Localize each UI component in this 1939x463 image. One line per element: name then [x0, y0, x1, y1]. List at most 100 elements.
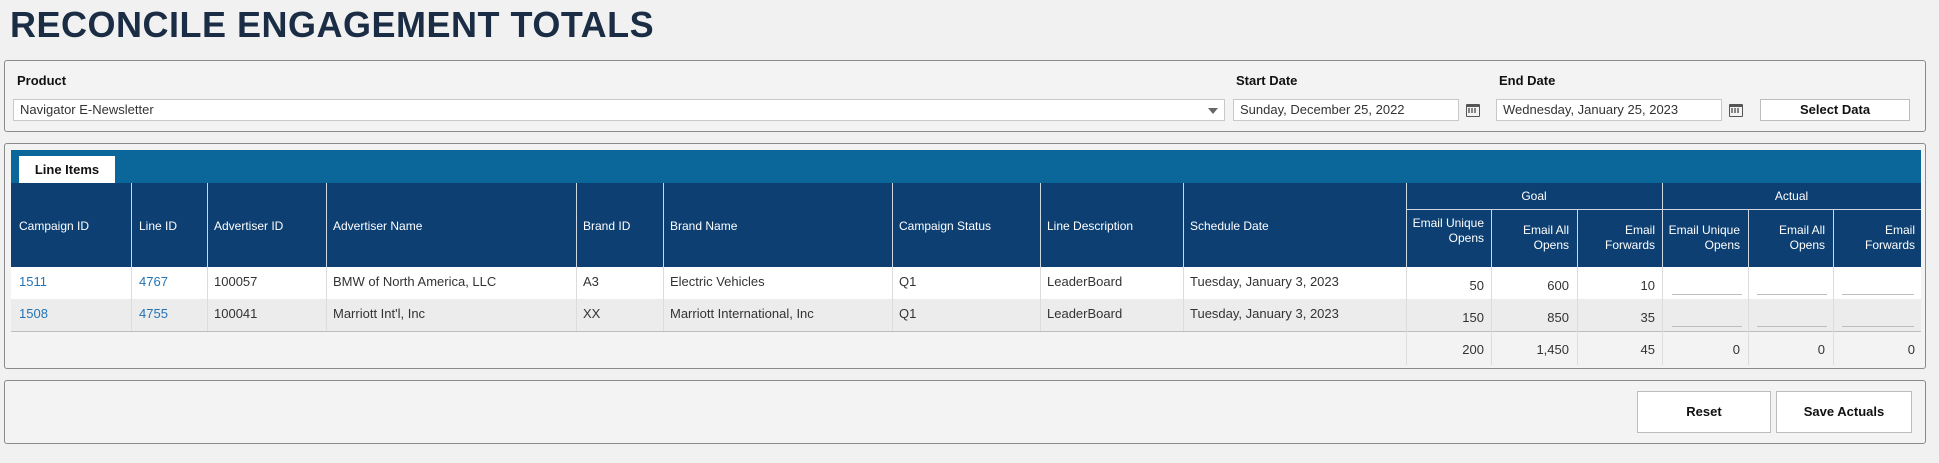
line-description: LeaderBoard — [1047, 306, 1123, 321]
start-date-field[interactable]: Sunday, December 25, 2022 — [1233, 99, 1459, 121]
brand-id: XX — [583, 306, 601, 321]
goal-unique-opens: 50 — [1469, 278, 1484, 293]
goal-all-opens: 850 — [1547, 310, 1569, 325]
save-actuals-button[interactable]: Save Actuals — [1776, 391, 1912, 433]
header-divider — [892, 183, 893, 267]
header-divider — [576, 183, 577, 267]
campaign-id-link[interactable]: 1511 — [19, 274, 47, 289]
header-divider — [1183, 183, 1184, 267]
column-divider — [131, 267, 132, 331]
header-actual-unique-opens[interactable]: Email Unique Opens — [1663, 223, 1740, 253]
goal-unique-opens: 150 — [1462, 310, 1484, 325]
start-date-calendar-icon[interactable] — [1466, 104, 1480, 117]
header-divider — [1833, 209, 1834, 267]
header-divider — [1491, 209, 1492, 267]
line-id-link[interactable]: 4767 — [139, 274, 168, 289]
column-divider — [663, 267, 664, 331]
header-divider — [207, 183, 208, 267]
table-row[interactable]: 1508 4755 100041 Marriott Int'l, Inc XX … — [11, 299, 1921, 331]
campaign-status: Q1 — [899, 274, 917, 289]
header-group-divider — [1406, 209, 1921, 210]
grid-header: Campaign ID Line ID Advertiser ID Advert… — [11, 183, 1921, 267]
actual-all-opens-input[interactable] — [1757, 294, 1827, 295]
header-divider — [663, 183, 664, 267]
header-goal-forwards[interactable]: Email Forwards — [1578, 223, 1655, 253]
brand-name: Marriott International, Inc — [670, 306, 814, 321]
header-brand-id[interactable]: Brand ID — [583, 219, 630, 234]
advertiser-name: BMW of North America, LLC — [333, 274, 497, 289]
header-line-id[interactable]: Line ID — [139, 219, 177, 234]
header-schedule-date[interactable]: Schedule Date — [1190, 219, 1269, 234]
header-advertiser-id[interactable]: Advertiser ID — [214, 219, 283, 234]
tab-strip: Line Items — [11, 150, 1921, 184]
start-date-label: Start Date — [1236, 73, 1298, 88]
line-id-link[interactable]: 4755 — [139, 306, 168, 321]
tab-line-items[interactable]: Line Items — [19, 156, 115, 184]
header-actual-forwards[interactable]: Email Forwards — [1834, 223, 1915, 253]
page-title: RECONCILE ENGAGEMENT TOTALS — [10, 4, 655, 45]
table-row[interactable]: 1511 4767 100057 BMW of North America, L… — [11, 267, 1921, 299]
header-goal-unique-opens[interactable]: Email Unique Opens — [1407, 216, 1484, 246]
total-actual-all-opens: 0 — [1817, 342, 1825, 357]
product-label: Product — [17, 73, 67, 88]
total-actual-forwards: 0 — [1907, 342, 1915, 357]
brand-id: A3 — [583, 274, 599, 289]
advertiser-id: 100057 — [214, 274, 258, 289]
actual-forwards-input[interactable] — [1842, 294, 1914, 295]
total-actual-unique-opens: 0 — [1732, 342, 1740, 357]
totals-row: 200 1,450 45 0 0 0 — [11, 332, 1921, 365]
header-advertiser-name[interactable]: Advertiser Name — [333, 219, 422, 234]
header-divider — [1040, 183, 1041, 267]
end-date-field[interactable]: Wednesday, January 25, 2023 — [1496, 99, 1722, 121]
select-data-button[interactable]: Select Data — [1760, 99, 1910, 121]
header-divider — [1662, 183, 1663, 267]
filter-panel: Product Navigator E-Newsletter Start Dat… — [4, 60, 1926, 132]
column-divider — [892, 267, 893, 331]
actual-forwards-input[interactable] — [1842, 326, 1914, 327]
column-divider — [207, 267, 208, 331]
end-date-calendar-icon[interactable] — [1729, 104, 1743, 117]
header-group-goal: Goal — [1521, 189, 1547, 203]
header-line-description[interactable]: Line Description — [1047, 219, 1133, 234]
schedule-date: Tuesday, January 3, 2023 — [1190, 306, 1339, 321]
action-panel: Reset Save Actuals — [4, 380, 1926, 444]
column-divider — [326, 267, 327, 331]
header-divider — [1577, 209, 1578, 267]
schedule-date: Tuesday, January 3, 2023 — [1190, 274, 1339, 289]
header-group-actual: Actual — [1774, 189, 1809, 203]
column-divider — [1183, 267, 1184, 331]
product-select-value: Navigator E-Newsletter — [20, 102, 154, 117]
actual-all-opens-input[interactable] — [1757, 326, 1827, 327]
product-select[interactable]: Navigator E-Newsletter — [13, 99, 1225, 121]
total-goal-unique-opens: 200 — [1462, 342, 1484, 357]
end-date-value: Wednesday, January 25, 2023 — [1503, 102, 1679, 117]
goal-forwards: 35 — [1640, 310, 1655, 325]
goal-all-opens: 600 — [1547, 278, 1569, 293]
campaign-status: Q1 — [899, 306, 917, 321]
actual-unique-opens-input[interactable] — [1672, 294, 1742, 295]
header-divider — [131, 183, 132, 267]
column-divider — [1040, 267, 1041, 331]
goal-forwards: 10 — [1640, 278, 1655, 293]
advertiser-name: Marriott Int'l, Inc — [333, 306, 426, 321]
end-date-label: End Date — [1499, 73, 1556, 88]
line-description: LeaderBoard — [1047, 274, 1123, 289]
line-items-panel: Line Items Campaign ID Line ID Advertise… — [4, 143, 1926, 369]
brand-name: Electric Vehicles — [670, 274, 765, 289]
header-divider — [1748, 209, 1749, 267]
total-goal-forwards: 45 — [1640, 342, 1655, 357]
header-divider — [1406, 183, 1407, 267]
header-actual-all-opens[interactable]: Email All Opens — [1749, 223, 1825, 253]
header-goal-all-opens[interactable]: Email All Opens — [1493, 223, 1569, 253]
header-campaign-status[interactable]: Campaign Status — [899, 219, 991, 234]
start-date-value: Sunday, December 25, 2022 — [1240, 102, 1405, 117]
campaign-id-link[interactable]: 1508 — [19, 306, 48, 321]
actual-unique-opens-input[interactable] — [1672, 326, 1742, 327]
chevron-down-icon[interactable] — [1208, 108, 1218, 114]
header-campaign-id[interactable]: Campaign ID — [19, 219, 89, 234]
advertiser-id: 100041 — [214, 306, 258, 321]
header-divider — [326, 183, 327, 267]
reset-button[interactable]: Reset — [1637, 391, 1771, 433]
total-goal-all-opens: 1,450 — [1536, 342, 1569, 357]
header-brand-name[interactable]: Brand Name — [670, 219, 737, 234]
